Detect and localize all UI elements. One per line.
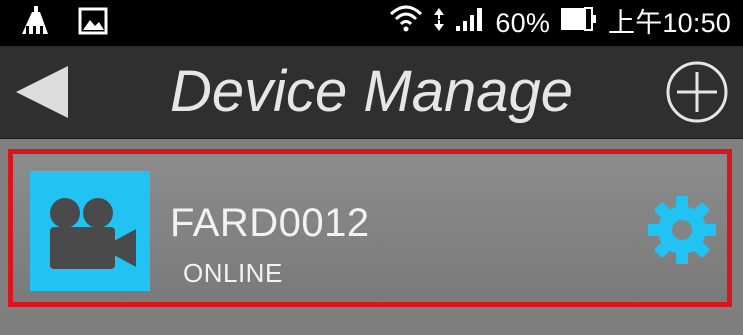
device-status: ONLINE: [183, 258, 283, 288]
page-title: Device Manage: [170, 59, 573, 124]
status-notifications: [18, 5, 108, 41]
video-camera-icon: [50, 198, 136, 269]
device-manage-screen: 60% 上午10:50 Device Manage FARD0012 ONLIN…: [0, 0, 743, 335]
device-settings-button[interactable]: [646, 194, 718, 266]
image-icon: [78, 7, 108, 40]
title-bar: Device Manage: [0, 46, 743, 139]
data-arrows-icon: [433, 0, 445, 46]
signal-icon: [455, 0, 485, 46]
device-thumbnail: [30, 171, 150, 291]
clock: 上午10:50: [608, 8, 731, 38]
status-bar: 60% 上午10:50: [0, 0, 743, 46]
back-button[interactable]: [14, 64, 74, 120]
add-circle-icon: [666, 61, 728, 123]
device-name: FARD0012: [170, 201, 370, 245]
add-device-button[interactable]: [665, 60, 729, 124]
status-indicators: 60% 上午10:50: [389, 0, 731, 46]
cleaner-icon: [18, 5, 52, 41]
device-list-item[interactable]: FARD0012 ONLINE: [8, 149, 732, 307]
device-list: FARD0012 ONLINE: [0, 139, 743, 335]
battery-percent: 60%: [495, 8, 551, 38]
gear-icon: [648, 196, 716, 264]
list-item-partial: [0, 310, 743, 335]
wifi-icon: [389, 0, 423, 46]
battery-icon: [560, 0, 598, 46]
back-arrow-icon: [16, 66, 68, 118]
